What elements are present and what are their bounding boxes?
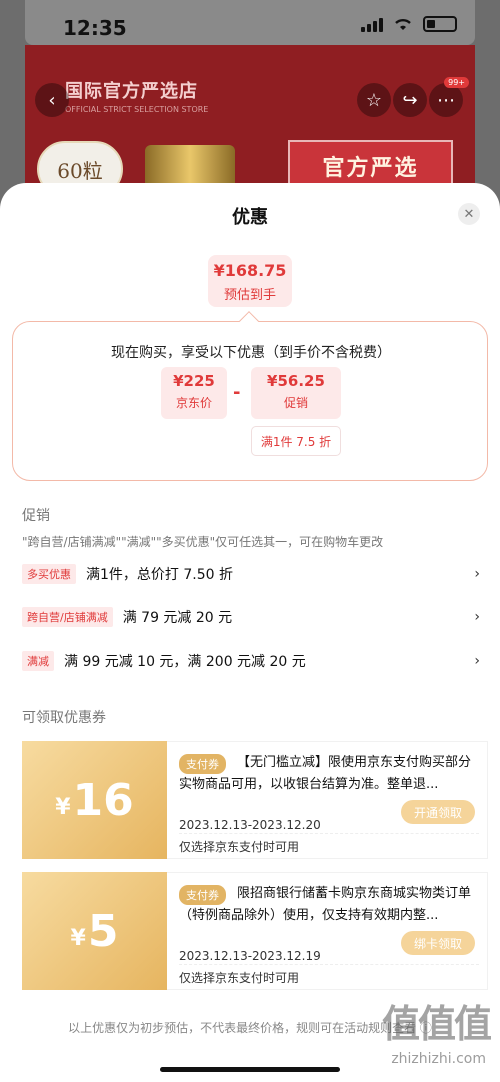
claim-coupon-button[interactable]: 开通领取 (401, 800, 475, 824)
coupon-value-panel: ¥ 16 (22, 741, 167, 859)
close-button[interactable]: ✕ (458, 203, 480, 225)
promo-tag: 跨自营/店铺满减 (22, 607, 113, 627)
coupon-currency: ¥ (55, 794, 71, 820)
coupon-dates: 2023.12.13-2023.12.20 (179, 818, 321, 832)
promo-text: 满 79 元减 20 元 (122, 610, 233, 626)
promo-text: 满 99 元减 10 元，满 200 元减 20 元 (64, 654, 306, 670)
discount-amount: ¥56.25 (267, 372, 325, 390)
wifi-icon (395, 18, 411, 30)
coupon-info: 支付券 限招商银行储蓄卡购京东商城实物类订单（特例商品除外）使用，仅支持有效期内… (167, 872, 488, 990)
coupon-value: 16 (72, 774, 134, 826)
chevron-left-icon: ‹ (48, 89, 56, 111)
promotions-heading: 促销 (22, 508, 50, 524)
store-title: 国际官方严选店 (65, 81, 198, 102)
status-time: 12:35 (63, 16, 127, 40)
status-bar: 12:35 (25, 0, 475, 45)
status-icons (361, 16, 457, 32)
sheet-title: 优惠 (232, 207, 268, 228)
close-icon: ✕ (463, 206, 475, 222)
discount-chip: ¥56.25 促销 (251, 367, 341, 419)
coupon-value-panel: ¥ 5 (22, 872, 167, 990)
coupons-heading: 可领取优惠券 (22, 710, 106, 726)
promo-text: 满1件，总价打 7.50 折 (86, 567, 233, 583)
discount-label: 促销 (283, 396, 308, 410)
promo-tag: 满减 (22, 651, 54, 671)
coupon-condition: 仅选择京东支付时可用 (179, 971, 300, 985)
promo-tag: 多买优惠 (22, 564, 76, 584)
coupon-card: ¥ 5 支付券 限招商银行储蓄卡购京东商城实物类订单（特例商品除外）使用，仅支持… (22, 872, 488, 990)
watermark-logo: 值值值 (381, 1002, 492, 1046)
star-icon: ☆ (365, 89, 383, 111)
coupon-condition: 仅选择京东支付时可用 (179, 840, 300, 854)
chevron-right-icon: › (474, 653, 480, 669)
coupon-info: 支付券 【无门槛立减】限使用京东支付购买部分实物商品可用，以收银台结算为准。整单… (167, 741, 488, 859)
coupon-description: 限招商银行储蓄卡购京东商城实物类订单（特例商品除外）使用，仅支持有效期内整... (179, 886, 472, 923)
bind-card-button[interactable]: 绑卡领取 (401, 931, 475, 955)
cart-badge: 99+ (444, 77, 469, 88)
base-price-label: 京东价 (175, 396, 212, 410)
coupon-description: 【无门槛立减】限使用京东支付购买部分实物商品可用，以收银台结算为准。整单退... (179, 755, 472, 792)
discount-sheet: 优惠 ✕ ¥168.75 预估到手 现在购买，享受以下优惠（到手价不含税费） ¥… (0, 183, 500, 1082)
share-button[interactable]: ↪ (393, 83, 427, 117)
back-button[interactable]: ‹ (35, 83, 69, 117)
estimated-price-amount: ¥168.75 (213, 261, 287, 280)
signal-icon (361, 16, 383, 32)
coupon-divider (179, 964, 479, 965)
estimated-price: ¥168.75 预估到手 (208, 255, 292, 307)
share-icon: ↪ (402, 89, 418, 111)
promo-row-full-reduction[interactable]: 满减 满 99 元减 10 元，满 200 元减 20 元 › (22, 648, 480, 674)
coupon-card: ¥ 16 支付券 【无门槛立减】限使用京东支付购买部分实物商品可用，以收银台结算… (22, 741, 488, 859)
base-price-chip: ¥225 京东价 (161, 367, 227, 419)
base-price-amount: ¥225 (173, 372, 215, 390)
coupon-value: 5 (87, 905, 119, 957)
promotions-note: "跨自营/店铺满减""满减""多买优惠"仅可任选其一，可在购物车更改 (22, 535, 384, 549)
discount-rule-tag: 满1件 7.5 折 (251, 426, 341, 456)
price-calculation-box: 现在购买，享受以下优惠（到手价不含税费） ¥225 京东价 - ¥56.25 促… (12, 321, 488, 481)
promo-row-multi-buy[interactable]: 多买优惠 满1件，总价打 7.50 折 › (22, 561, 480, 587)
coupon-divider (179, 833, 479, 834)
more-icon: ⋯ (437, 89, 455, 111)
estimated-price-label: 预估到手 (223, 288, 276, 303)
store-subtitle: OFFICIAL STRICT SELECTION STORE (65, 105, 209, 114)
coupon-dates: 2023.12.13-2023.12.19 (179, 949, 321, 963)
watermark-site: zhizhizhi.com (391, 1051, 486, 1067)
chevron-right-icon: › (474, 566, 480, 582)
home-indicator[interactable] (160, 1067, 340, 1072)
battery-icon (423, 16, 457, 32)
promo-row-cross-store[interactable]: 跨自营/店铺满减 满 79 元减 20 元 › (22, 604, 480, 630)
minus-operator: - (233, 382, 241, 403)
favorite-button[interactable]: ☆ (357, 83, 391, 117)
calculation-title: 现在购买，享受以下优惠（到手价不含税费） (111, 345, 391, 361)
chevron-right-icon: › (474, 609, 480, 625)
coupon-currency: ¥ (70, 925, 86, 951)
more-button[interactable]: ⋯ 99+ (429, 77, 469, 117)
